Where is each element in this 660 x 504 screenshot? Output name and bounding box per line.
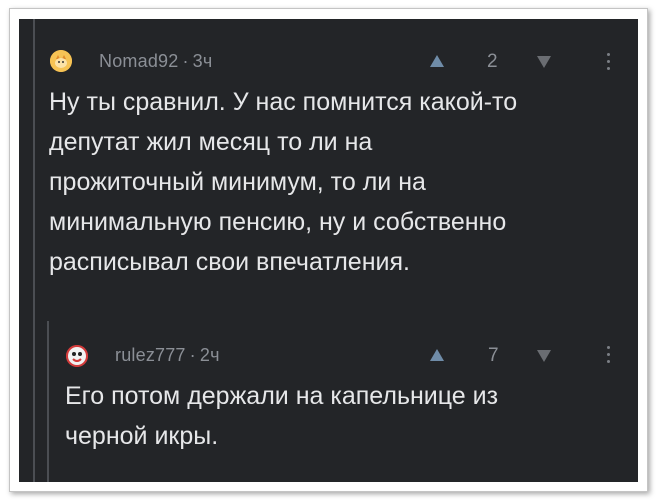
downvote-icon[interactable] — [537, 350, 551, 362]
score-value: 7 — [488, 345, 499, 366]
more-options-icon[interactable] — [607, 346, 611, 367]
timestamp[interactable]: 2ч — [200, 345, 220, 365]
thread-line-root[interactable] — [33, 19, 35, 482]
avatar-icon[interactable] — [50, 50, 72, 72]
comment-thread: Nomad92 · 3ч 2 Ну ты сравнил. У нас помнит… — [19, 19, 638, 482]
score-value: 2 — [487, 51, 498, 72]
comment-meta: rulez777 · 2ч — [115, 345, 220, 366]
avatar-face-icon — [66, 345, 88, 367]
avatar-icon[interactable] — [66, 345, 88, 367]
comment-body: Его потом держали на капельнице из черно… — [65, 382, 499, 450]
author-link[interactable]: rulez777 — [115, 345, 186, 365]
downvote-icon[interactable] — [537, 56, 551, 68]
meta-separator: · — [189, 345, 196, 365]
more-options-icon[interactable] — [607, 53, 611, 74]
meta-separator: · — [182, 51, 189, 71]
thread-line-reply[interactable] — [47, 321, 49, 482]
comment-meta: Nomad92 · 3ч — [99, 51, 212, 72]
avatar-cat-icon — [50, 50, 72, 72]
upvote-icon[interactable] — [430, 349, 444, 361]
comment-body: Ну ты сравнил. У нас помнится какой-то д… — [49, 88, 518, 276]
author-link[interactable]: Nomad92 — [99, 51, 178, 71]
upvote-icon[interactable] — [430, 55, 444, 67]
timestamp[interactable]: 3ч — [193, 51, 213, 71]
